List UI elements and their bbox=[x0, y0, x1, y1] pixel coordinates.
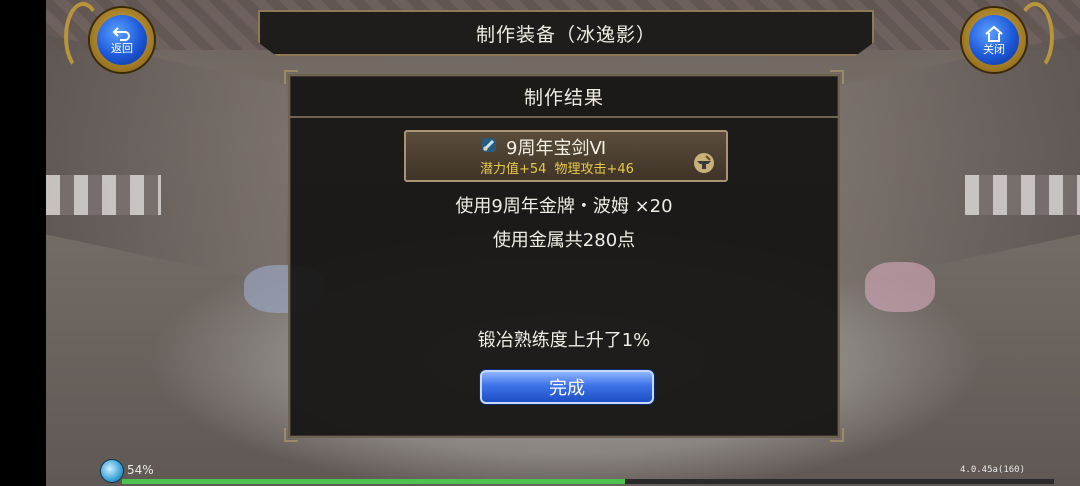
dialog-title: 制作结果 bbox=[290, 76, 838, 118]
item-stats: 潜力值+54 物理攻击+46 bbox=[480, 158, 634, 177]
back-button[interactable]: 返回 bbox=[64, 2, 168, 84]
metal-used-text: 使用金属共280点 bbox=[492, 230, 636, 251]
loading-orb-icon bbox=[101, 460, 123, 482]
home-icon bbox=[985, 25, 1003, 42]
close-button-label: 关闭 bbox=[983, 42, 1005, 56]
result-dialog: 制作结果 9周年宝剑Ⅵ 潜力值+54 物理攻击+46 使用9周年金牌・波姆 ×20… bbox=[284, 70, 844, 442]
progress-percent: 54% bbox=[127, 463, 154, 477]
title-banner: 制作装备（冰逸影） bbox=[258, 10, 874, 56]
anvil-icon bbox=[694, 153, 714, 173]
frame-corner bbox=[830, 428, 844, 442]
proficiency-text: 锻冶熟练度上升了1% bbox=[477, 330, 651, 351]
back-button-face[interactable]: 返回 bbox=[97, 15, 147, 65]
progress-bar-fill bbox=[122, 479, 626, 484]
checkered-floor-left bbox=[46, 175, 161, 215]
crafted-item-card[interactable]: 9周年宝剑Ⅵ 潜力值+54 物理攻击+46 bbox=[404, 130, 728, 182]
checkered-floor-right bbox=[965, 175, 1080, 215]
back-button-label: 返回 bbox=[111, 41, 133, 55]
close-button[interactable]: 关闭 bbox=[948, 2, 1054, 84]
sword-icon bbox=[482, 138, 496, 152]
version-label: 4.0.45a(160) bbox=[960, 465, 1026, 475]
material-used-text: 使用9周年金牌・波姆 ×20 bbox=[455, 196, 673, 217]
item-name: 9周年宝剑Ⅵ bbox=[506, 138, 607, 159]
page-title: 制作装备（冰逸影） bbox=[475, 23, 656, 46]
cushion-right bbox=[865, 262, 935, 312]
complete-button[interactable]: 完成 bbox=[480, 370, 654, 404]
close-button-face[interactable]: 关闭 bbox=[969, 15, 1019, 65]
frame-corner bbox=[284, 428, 298, 442]
item-stat-potential: 潜力值+54 bbox=[480, 162, 547, 177]
item-stat-attack: 物理攻击+46 bbox=[554, 162, 634, 177]
return-arrow-icon bbox=[112, 26, 130, 41]
progress-bar bbox=[122, 479, 1054, 484]
